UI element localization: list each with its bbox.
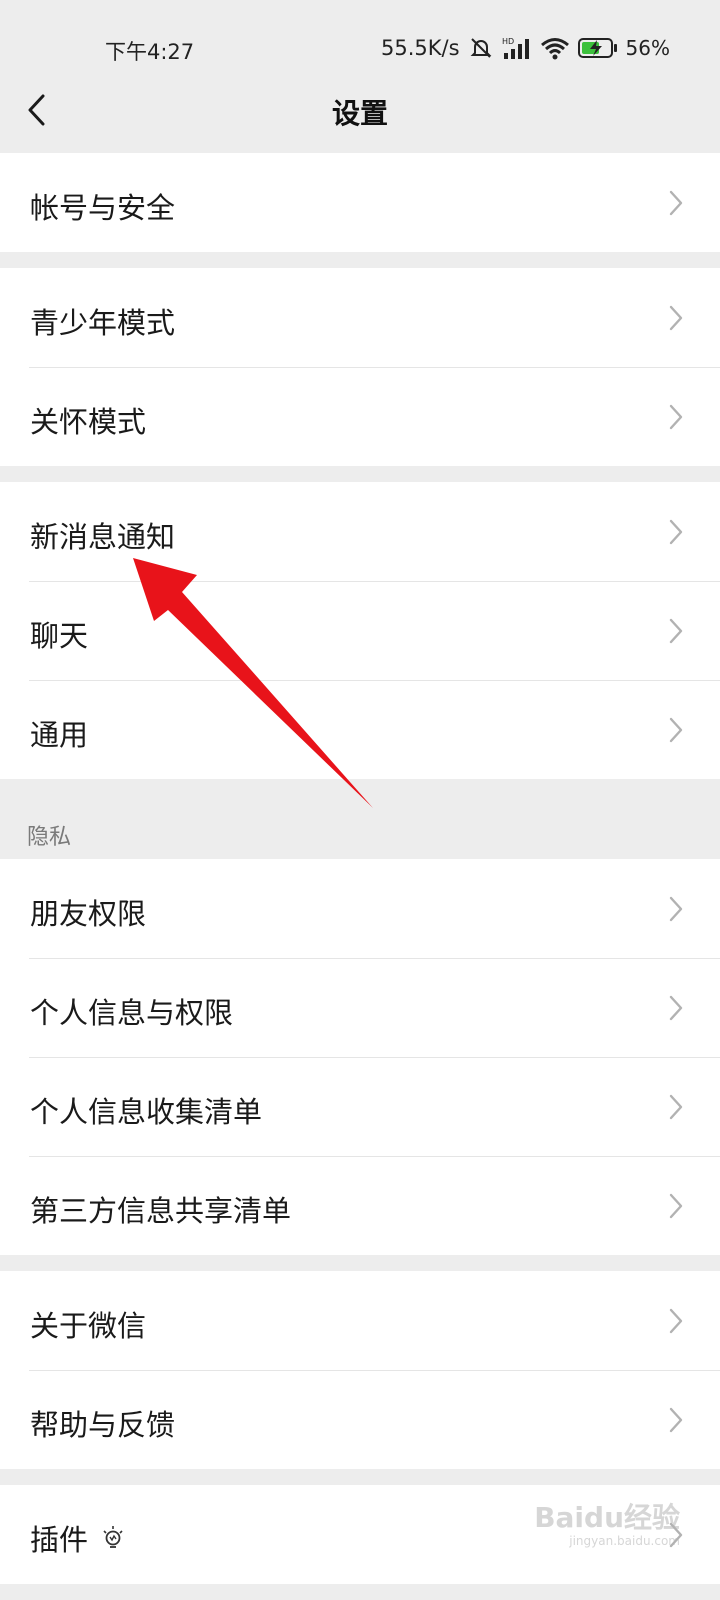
chevron-right-icon [669, 1308, 683, 1334]
settings-item-label: 聊天 [30, 619, 89, 653]
settings-item-new-message-notification[interactable]: 新消息通知 [0, 482, 720, 581]
group-spacer [0, 1255, 720, 1271]
wifi-icon [540, 38, 569, 60]
group-spacer [0, 466, 720, 482]
settings-item-label: 关怀模式 [30, 405, 147, 439]
settings-item-personal-info-permissions[interactable]: 个人信息与权限 [0, 958, 720, 1057]
settings-group-about: 关于微信 帮助与反馈 [0, 1271, 720, 1469]
settings-item-label: 通用 [30, 718, 89, 752]
group-spacer [0, 252, 720, 268]
battery-percent: 56% [625, 36, 670, 60]
status-time: 下午4:27 [105, 40, 195, 64]
watermark-sub: jingyan.baidu.com [569, 1534, 680, 1548]
settings-item-friend-permissions[interactable]: 朋友权限 [0, 859, 720, 958]
chevron-right-icon [669, 1407, 683, 1433]
settings-item-label: 帐号与安全 [30, 191, 176, 225]
settings-item-teen-mode[interactable]: 青少年模式 [0, 268, 720, 367]
mute-icon [470, 38, 491, 58]
section-header-privacy: 隐私 [0, 779, 720, 859]
nav-bar: 设置 [0, 72, 720, 152]
page-title: 设置 [331, 97, 388, 130]
battery-charging-icon [577, 38, 617, 58]
settings-group-messages: 新消息通知 聊天 通用 [0, 482, 720, 779]
settings-list: 帐号与安全 青少年模式 关怀模式 新消息通知 聊天 通用 隐私 朋友权限 个人信… [0, 153, 720, 1584]
chevron-right-icon [669, 190, 683, 216]
chevron-right-icon [669, 1094, 683, 1120]
settings-item-label: 新消息通知 [30, 520, 176, 554]
settings-item-label: 个人信息收集清单 [30, 1095, 263, 1129]
chevron-right-icon [669, 896, 683, 922]
settings-item-label: 个人信息与权限 [30, 996, 234, 1030]
watermark-text: Baidu经验 [534, 1501, 680, 1534]
status-indicators: 55.5K/s HD 56% [381, 36, 670, 60]
settings-item-label: 第三方信息共享清单 [30, 1194, 292, 1228]
settings-item-care-mode[interactable]: 关怀模式 [0, 367, 720, 466]
settings-item-general[interactable]: 通用 [0, 680, 720, 779]
settings-item-label: 朋友权限 [30, 897, 147, 931]
chevron-right-icon [669, 717, 683, 743]
chevron-right-icon [669, 995, 683, 1021]
group-spacer [0, 1469, 720, 1485]
chevron-right-icon [669, 404, 683, 430]
settings-item-personal-info-collection[interactable]: 个人信息收集清单 [0, 1057, 720, 1156]
lightbulb-icon [103, 1526, 123, 1548]
settings-group-account: 帐号与安全 [0, 153, 720, 252]
section-label: 隐私 [27, 825, 72, 850]
settings-item-label-wrap: 插件 [30, 1517, 124, 1559]
settings-item-label: 帮助与反馈 [30, 1408, 176, 1442]
settings-item-label: 插件 [30, 1523, 89, 1557]
chevron-right-icon [669, 1193, 683, 1219]
chevron-right-icon [669, 618, 683, 644]
settings-item-about-wechat[interactable]: 关于微信 [0, 1271, 720, 1370]
net-speed: 55.5K/s [381, 36, 460, 60]
svg-text:HD: HD [502, 37, 514, 46]
settings-item-third-party-sharing[interactable]: 第三方信息共享清单 [0, 1156, 720, 1255]
hd-signal-icon: HD [502, 37, 529, 59]
settings-item-label: 关于微信 [30, 1309, 147, 1343]
watermark: Baidu经验 jingyan.baidu.com [534, 1496, 680, 1548]
settings-item-account-security[interactable]: 帐号与安全 [0, 153, 720, 252]
settings-group-privacy: 朋友权限 个人信息与权限 个人信息收集清单 第三方信息共享清单 [0, 859, 720, 1255]
settings-group-modes: 青少年模式 关怀模式 [0, 268, 720, 466]
chevron-right-icon [669, 519, 683, 545]
settings-item-help-feedback[interactable]: 帮助与反馈 [0, 1370, 720, 1469]
settings-item-chat[interactable]: 聊天 [0, 581, 720, 680]
chevron-right-icon [669, 305, 683, 331]
settings-item-label: 青少年模式 [30, 306, 176, 340]
